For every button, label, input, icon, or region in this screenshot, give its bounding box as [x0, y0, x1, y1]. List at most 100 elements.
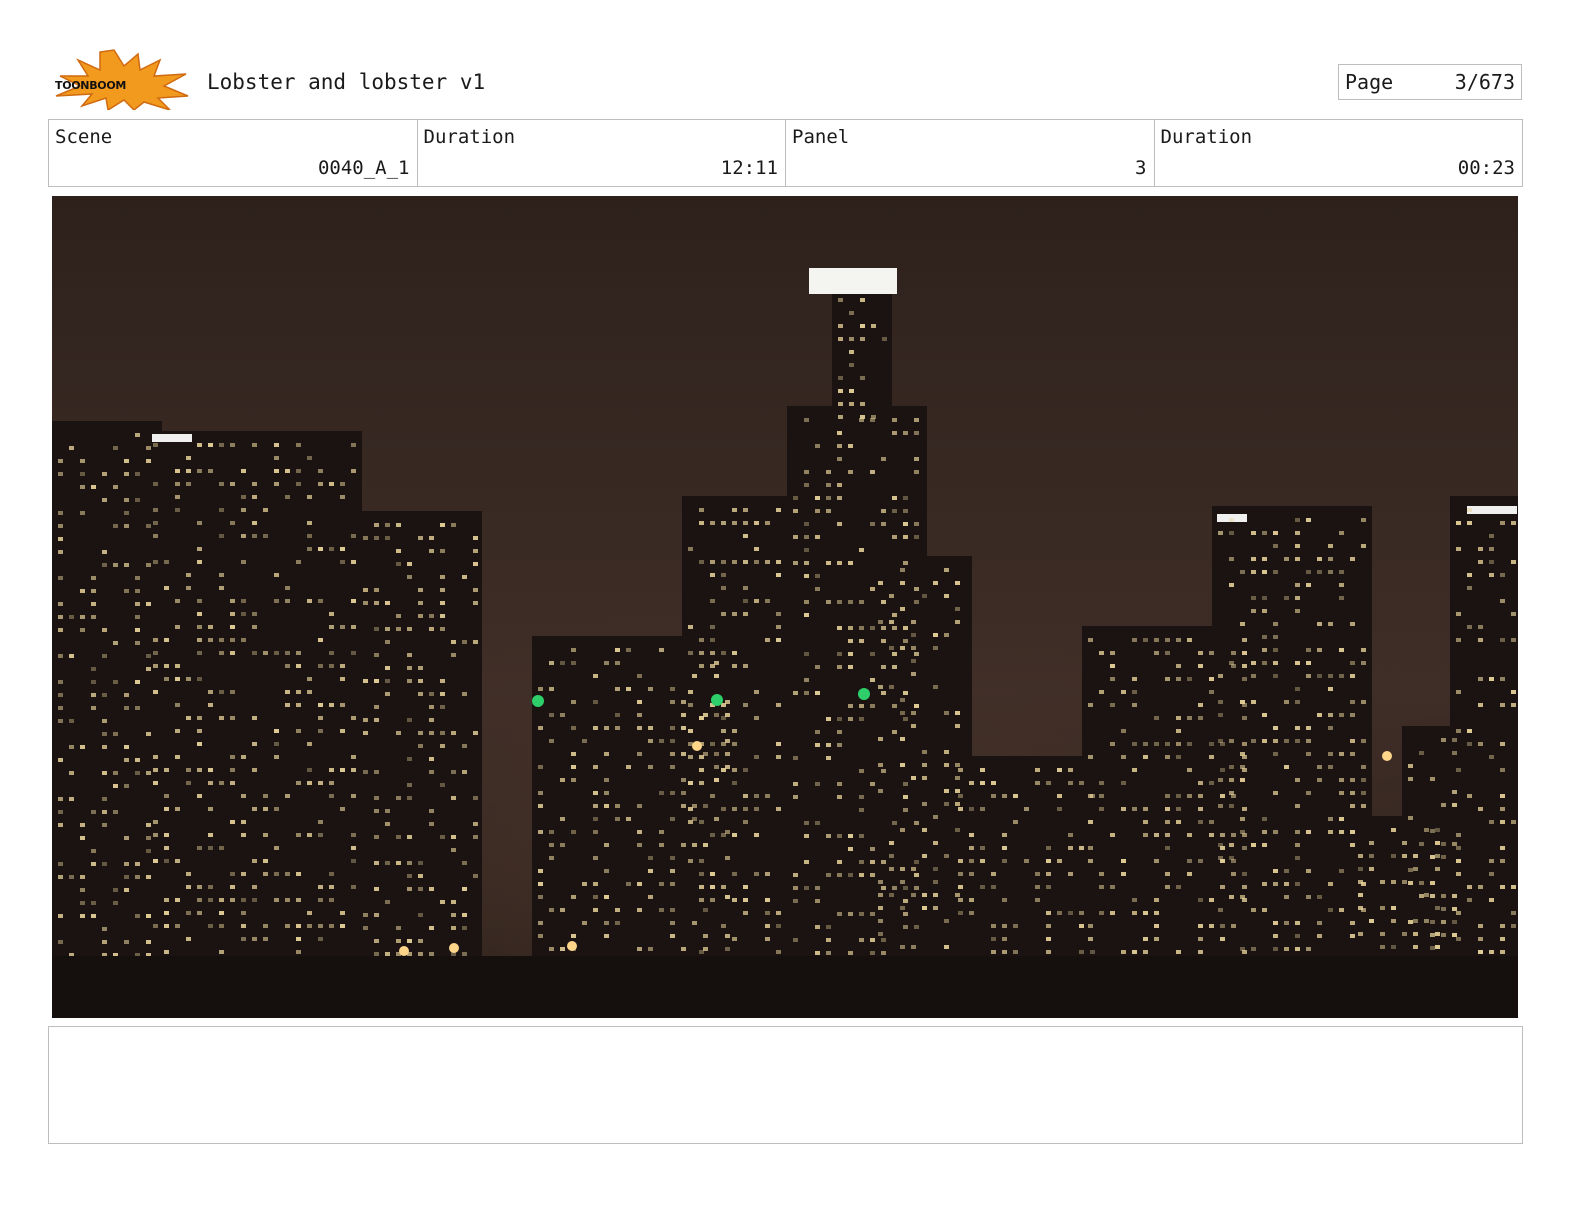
window-light	[1262, 596, 1267, 600]
window-light	[1339, 674, 1344, 678]
window-light	[815, 444, 820, 448]
window-light	[1295, 843, 1300, 847]
window-light	[881, 626, 886, 630]
window-light	[197, 794, 202, 798]
window-light	[793, 886, 798, 890]
window-light	[710, 898, 715, 902]
window-light	[1430, 777, 1435, 781]
window-light	[878, 737, 883, 741]
window-light	[732, 560, 737, 564]
window-light	[241, 508, 246, 512]
window-light	[871, 324, 876, 328]
window-light	[197, 846, 202, 850]
window-light	[1295, 830, 1300, 834]
window-light	[1024, 807, 1029, 811]
window-light	[102, 771, 107, 775]
window-light	[1231, 924, 1236, 928]
window-light	[102, 719, 107, 723]
window-light	[58, 719, 63, 723]
window-light	[1350, 622, 1355, 626]
window-light	[670, 765, 675, 769]
window-light	[1380, 906, 1385, 910]
window-light	[1198, 898, 1203, 902]
window-light	[1121, 755, 1126, 759]
window-light	[186, 586, 191, 590]
window-light	[892, 613, 897, 617]
window-light	[848, 717, 853, 721]
window-light	[914, 886, 919, 890]
window-light	[1361, 648, 1366, 652]
window-light	[307, 495, 312, 499]
window-light	[285, 599, 290, 603]
window-light	[1273, 674, 1278, 678]
window-light	[58, 823, 63, 827]
window-light	[418, 939, 423, 943]
window-light	[732, 612, 737, 616]
window-light	[933, 841, 938, 845]
window-light	[274, 846, 279, 850]
window-light	[604, 752, 609, 756]
window-light	[815, 925, 820, 929]
window-light	[670, 791, 675, 795]
window-light	[296, 651, 301, 655]
window-light	[429, 926, 434, 930]
window-light	[208, 703, 213, 707]
street-light	[399, 946, 409, 956]
window-light	[870, 912, 875, 916]
window-light	[1187, 677, 1192, 681]
window-light	[1046, 911, 1051, 915]
window-light	[1002, 950, 1007, 954]
window-light	[451, 770, 456, 774]
window-light	[175, 677, 180, 681]
window-light	[1154, 638, 1159, 642]
window-light	[1435, 932, 1440, 936]
window-light	[175, 807, 180, 811]
window-light	[1057, 794, 1062, 798]
window-light	[969, 846, 974, 850]
window-light	[837, 457, 842, 461]
window-light	[804, 821, 809, 825]
window-light	[1328, 726, 1333, 730]
window-light	[933, 633, 938, 637]
window-light	[955, 828, 960, 832]
window-light	[429, 822, 434, 826]
window-light	[804, 561, 809, 565]
window-light	[1452, 751, 1457, 755]
window-light	[732, 937, 737, 941]
window-light	[418, 887, 423, 891]
window-light	[776, 924, 781, 928]
window-light	[549, 908, 554, 912]
logo-text: TOONBOOM	[55, 79, 126, 92]
window-light	[933, 815, 938, 819]
window-light	[1218, 778, 1223, 782]
window-light	[699, 768, 704, 772]
window-light	[1176, 729, 1181, 733]
window-light	[637, 804, 642, 808]
window-light	[197, 638, 202, 642]
window-light	[732, 807, 737, 811]
window-light	[870, 951, 875, 955]
window-light	[1273, 570, 1278, 574]
window-light	[648, 869, 653, 873]
window-light	[1369, 867, 1374, 871]
window-light	[878, 932, 883, 936]
window-light	[429, 952, 434, 956]
window-light	[878, 581, 883, 585]
window-light	[186, 885, 191, 889]
window-light	[175, 924, 180, 928]
window-light	[991, 937, 996, 941]
window-light	[1489, 573, 1494, 577]
window-light	[374, 588, 379, 592]
window-light	[549, 713, 554, 717]
window-light	[991, 924, 996, 928]
window-light	[91, 706, 96, 710]
window-light	[538, 765, 543, 769]
window-light	[1500, 885, 1505, 889]
window-light	[1165, 820, 1170, 824]
window-light	[958, 898, 963, 902]
window-light	[1187, 872, 1192, 876]
window-light	[1478, 560, 1483, 564]
window-light	[124, 693, 129, 697]
window-light	[252, 534, 257, 538]
window-light	[164, 768, 169, 772]
